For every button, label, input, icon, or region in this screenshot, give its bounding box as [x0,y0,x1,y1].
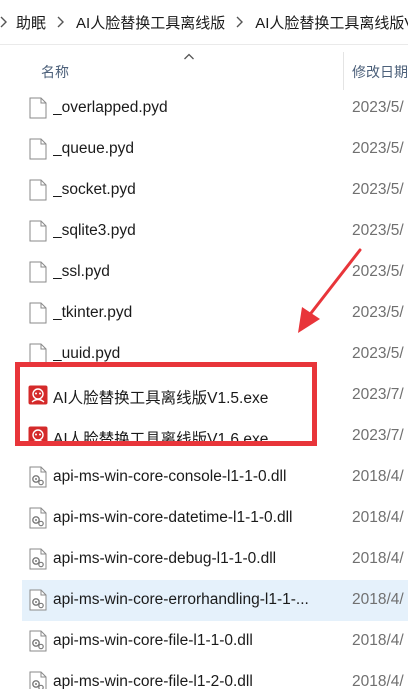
file-row[interactable]: api-ms-win-core-debug-l1-1-0.dll 2018/4/ [22,539,408,580]
file-name: api-ms-win-core-debug-l1-1-0.dll [53,550,277,567]
column-header-name[interactable]: 名称 [41,62,69,82]
file-icon [29,179,47,201]
file-name: api-ms-win-core-errorhandling-l1-1-... [53,591,309,608]
file-date-modified: 2023/5/ [352,181,404,198]
file-name: api-ms-win-core-file-l1-1-0.dll [53,632,253,649]
file-date-modified: 2023/5/ [352,140,404,157]
file-date-modified: 2018/4/ [352,509,404,526]
file-icon [29,97,47,119]
file-row[interactable]: api-ms-win-core-file-l1-2-0.dll 2018/4/ [22,662,408,689]
file-row[interactable]: _socket.pyd 2023/5/ [22,170,408,211]
file-date-modified: 2023/5/ [352,99,404,116]
column-headers: 名称 修改日期 [0,52,408,90]
file-name: _sqlite3.pyd [53,222,136,239]
file-row[interactable]: api-ms-win-core-file-l1-1-0.dll 2018/4/ [22,621,408,662]
annotation-arrow-icon [298,248,362,333]
file-date-modified: 2023/7/ [352,386,404,403]
breadcrumb: 助眠 AI人脸替换工具离线版 AI人脸替换工具离线版V [0,0,408,44]
file-name: api-ms-win-core-file-l1-2-0.dll [53,673,253,689]
chevron-right-icon[interactable] [0,16,14,28]
file-date-modified: 2023/5/ [352,345,404,362]
file-row[interactable]: api-ms-win-core-errorhandling-l1-1-... 20… [22,580,408,621]
file-date-modified: 2018/4/ [352,550,404,567]
file-date-modified: 2018/4/ [352,632,404,649]
file-row[interactable]: api-ms-win-core-console-l1-1-0.dll 2018/4… [22,457,408,498]
column-header-date-modified[interactable]: 修改日期 [352,62,408,82]
file-icon [29,261,47,283]
file-name: _overlapped.pyd [53,99,168,116]
file-row[interactable]: _queue.pyd 2023/5/ [22,129,408,170]
breadcrumb-item-zhumian[interactable]: 助眠 [14,12,48,33]
breadcrumb-divider [0,44,408,45]
file-name: api-ms-win-core-datetime-l1-1-0.dll [53,509,293,526]
file-icon [29,138,47,160]
breadcrumb-item-current-folder[interactable]: AI人脸替换工具离线版V [253,12,408,33]
file-row[interactable]: _overlapped.pyd 2023/5/ [22,88,408,129]
chevron-right-icon[interactable] [227,16,253,28]
dll-icon [29,466,47,488]
dll-icon [29,671,47,689]
dll-icon [29,589,47,611]
file-name: api-ms-win-core-console-l1-1-0.dll [53,468,287,485]
file-date-modified: 2018/4/ [352,468,404,485]
file-icon [29,220,47,242]
file-date-modified: 2023/5/ [352,222,404,239]
file-date-modified: 2018/4/ [352,673,404,689]
sort-ascending-icon [184,53,194,60]
dll-icon [29,548,47,570]
file-icon [29,302,47,324]
file-date-modified: 2023/7/ [352,427,404,444]
chevron-right-icon[interactable] [48,16,74,28]
file-name: _uuid.pyd [53,345,121,362]
file-date-modified: 2018/4/ [352,591,404,608]
file-name: _socket.pyd [53,181,136,198]
breadcrumb-item-tool-folder[interactable]: AI人脸替换工具离线版 [74,12,227,33]
file-name: _queue.pyd [53,140,135,157]
highlight-box [15,362,317,446]
column-separator[interactable] [343,52,344,90]
dll-icon [29,507,47,529]
dll-icon [29,630,47,652]
file-row[interactable]: api-ms-win-core-datetime-l1-1-0.dll 2018/… [22,498,408,539]
